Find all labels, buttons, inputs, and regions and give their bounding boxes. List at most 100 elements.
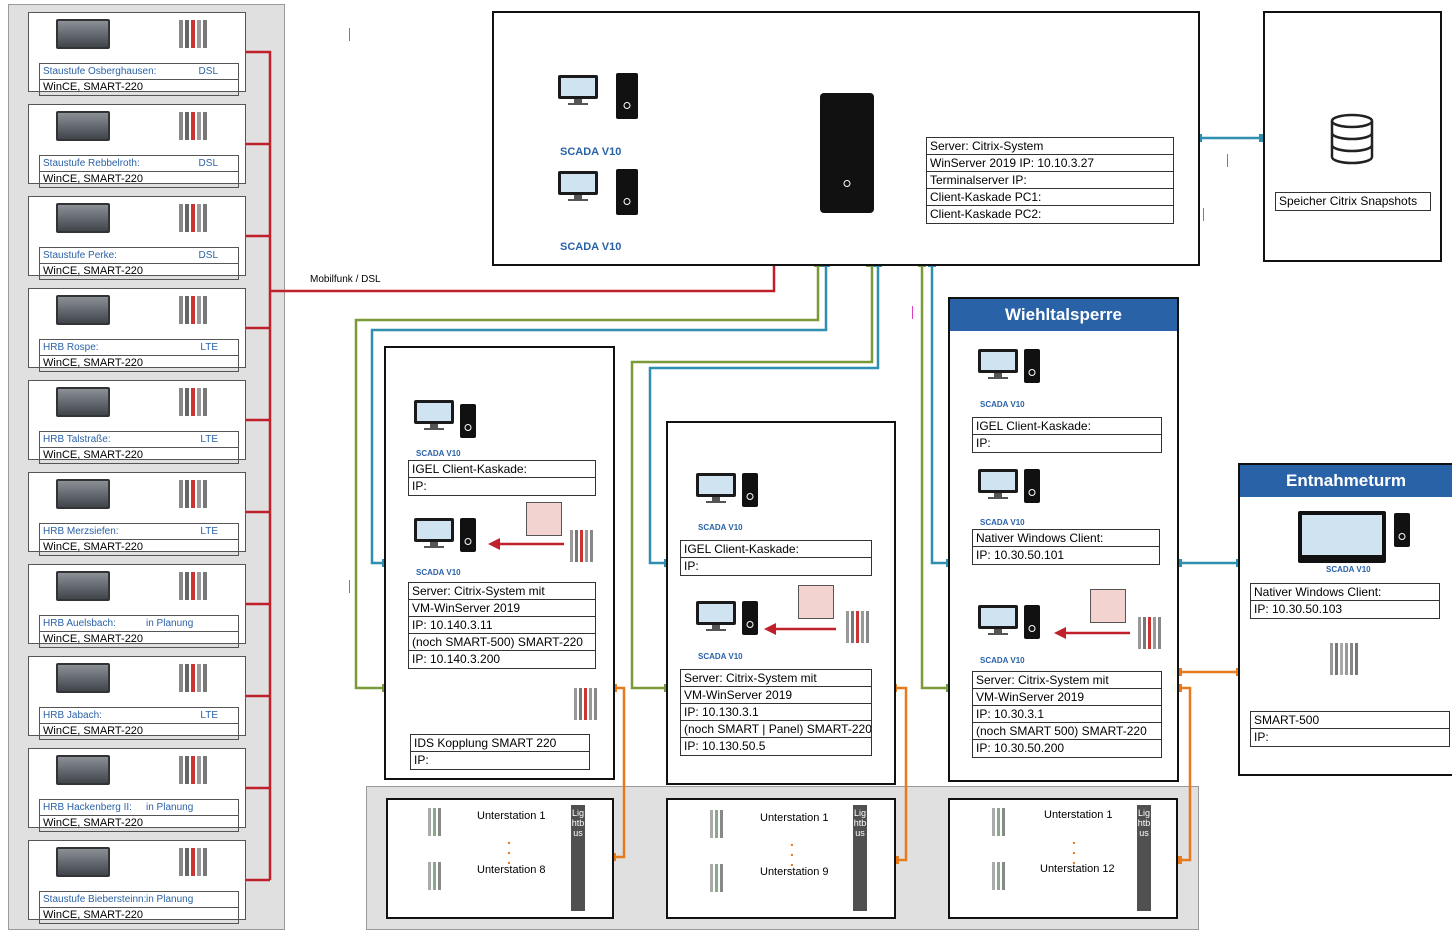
plc-icon: [428, 808, 446, 836]
station-name: HRB Rospe:: [43, 342, 99, 353]
station-name: HRB Hackenberg II:: [43, 802, 132, 813]
site2-igel-info: IGEL Client-Kaskade: IP:: [680, 540, 872, 576]
station-name: Staustufe Biebersteinn:: [43, 894, 147, 905]
unterstation-label: Unterstation 8: [475, 864, 548, 876]
scada-label: SCADA V10: [416, 568, 461, 577]
plc-icon: [179, 664, 209, 692]
station-card: Staustufe Biebersteinn: in Planung WinCE, …: [28, 840, 246, 924]
pc-tower-icon: [1024, 605, 1040, 639]
plc-icon: [846, 611, 872, 643]
plc-icon: [179, 572, 209, 600]
station-name: HRB Jabach:: [43, 710, 102, 721]
monitor-icon: [558, 171, 598, 201]
scada-label: SCADA V10: [1326, 565, 1371, 574]
hmi-panel-icon: [56, 847, 110, 877]
server-tower-icon: [820, 93, 874, 213]
scada-label: SCADA V10: [416, 449, 461, 458]
plc-icon: [992, 808, 1010, 836]
site3-server-info: Server: Citrix-System mit VM-WinServer 20…: [972, 671, 1162, 758]
station-card: HRB Talstraße: LTE WinCE, SMART-220: [28, 380, 246, 464]
plc-icon: [179, 388, 209, 416]
scada-label: SCADA V10: [560, 241, 622, 253]
arrow-left-icon: [764, 623, 836, 635]
pc-tower-icon: [460, 404, 476, 438]
scada-label: SCADA V10: [698, 652, 743, 661]
site1-server-info: Server: Citrix-System mit VM-WinServer 20…: [408, 582, 596, 669]
station-name: Staustufe Rebbelroth:: [43, 158, 140, 169]
pc-tower-icon: [742, 473, 758, 507]
hmi-panel-icon: [56, 479, 110, 509]
site4-smart-info: SMART-500 IP:: [1250, 711, 1450, 747]
plc-icon: [179, 756, 209, 784]
unterstation-label: Unterstation 9: [758, 866, 831, 878]
station-name-row: Staustufe Rebbelroth: DSL: [39, 155, 239, 172]
station-link: DSL: [198, 158, 218, 169]
station-system-row: WinCE, SMART-220: [39, 79, 239, 96]
site3-title: Wiehltalsperre: [950, 299, 1177, 331]
database-icon: [1330, 113, 1374, 165]
site1-ids-info: IDS Kopplung SMART 220 IP:: [410, 734, 590, 770]
site3-native-info: Nativer Windows Client: IP: 10.30.50.101: [972, 529, 1160, 565]
station-name: Staustufe Osberghausen:: [43, 66, 157, 77]
hmi-panel-icon: [56, 203, 110, 233]
pc-tower-icon: [616, 169, 638, 215]
plc-icon: [179, 848, 209, 876]
snapshot-label: Speicher Citrix Snapshots: [1275, 192, 1431, 211]
hmi-panel-icon: [56, 387, 110, 417]
pc-tower-icon: [742, 601, 758, 635]
station-link: LTE: [200, 434, 218, 445]
station-name-row: HRB Rospe: LTE: [39, 339, 239, 356]
plc-icon: [574, 688, 600, 720]
station-link: LTE: [200, 526, 218, 537]
plc-icon: [710, 810, 728, 838]
hmi-panel-icon: [56, 19, 110, 49]
unterstation-label: Unterstation 1: [758, 812, 831, 824]
station-name-row: HRB Talstraße: LTE: [39, 431, 239, 448]
lightbus-label: Lightbus: [1137, 808, 1151, 838]
site4-box: Entnahmeturm SCADA V10 Nativer Windows C…: [1238, 463, 1452, 776]
scada-label: SCADA V10: [698, 523, 743, 532]
plc-icon: [179, 204, 209, 232]
station-name-row: HRB Auelsbach: in Planung: [39, 615, 239, 632]
station-name: Staustufe Perke:: [43, 250, 117, 261]
monitor-icon: [978, 349, 1018, 379]
pc-tower-icon: [460, 518, 476, 552]
unterstation-label: Unterstation 1: [475, 810, 548, 822]
pc-tower-icon: [616, 73, 638, 119]
hmi-panel-icon: [56, 571, 110, 601]
station-system-row: WinCE, SMART-220: [39, 539, 239, 556]
plc-icon: [179, 480, 209, 508]
station-link: LTE: [200, 342, 218, 353]
station-name: HRB Merzsiefen:: [43, 526, 119, 537]
station-system-row: WinCE, SMART-220: [39, 723, 239, 740]
large-monitor-icon: [1298, 511, 1386, 563]
database-add-icon: [1090, 589, 1126, 623]
station-system-row: WinCE, SMART-220: [39, 631, 239, 648]
arrow-left-icon: [1054, 627, 1130, 639]
station-name-row: Staustufe Perke: DSL: [39, 247, 239, 264]
station-system-row: WinCE, SMART-220: [39, 815, 239, 832]
station-card: HRB Jabach: LTE WinCE, SMART-220: [28, 656, 246, 740]
site2-box: SCADA V10 IGEL Client-Kaskade: IP: SCADA …: [666, 421, 896, 785]
station-link: in Planung: [146, 894, 194, 905]
arrow-left-icon: [488, 538, 564, 550]
ellipsis-icon: ...: [507, 831, 511, 867]
scada-label: SCADA V10: [980, 518, 1025, 527]
station-name-row: Staustufe Osberghausen: DSL: [39, 63, 239, 80]
station-card: Staustufe Rebbelroth: DSL WinCE, SMART-220: [28, 104, 246, 188]
station-card: HRB Merzsiefen: LTE WinCE, SMART-220: [28, 472, 246, 556]
plc-icon: [992, 862, 1010, 890]
orange-link-site3: [1178, 670, 1240, 862]
green-link-site3: [920, 263, 950, 690]
main-server-box: SCADA V10 SCADA V10 Server: Citrix-Syste…: [492, 11, 1200, 266]
ellipsis-icon: ...: [790, 833, 794, 869]
pc-tower-icon: [1394, 513, 1410, 547]
snapshot-storage-box: Speicher Citrix Snapshots: [1263, 11, 1442, 262]
station-name-row: HRB Merzsiefen: LTE: [39, 523, 239, 540]
monitor-icon: [696, 473, 736, 503]
lightbus-label: Lightbus: [853, 808, 867, 838]
monitor-icon: [696, 601, 736, 631]
plc-icon: [179, 20, 209, 48]
station-link: in Planung: [146, 802, 194, 813]
monitor-icon: [558, 75, 598, 105]
